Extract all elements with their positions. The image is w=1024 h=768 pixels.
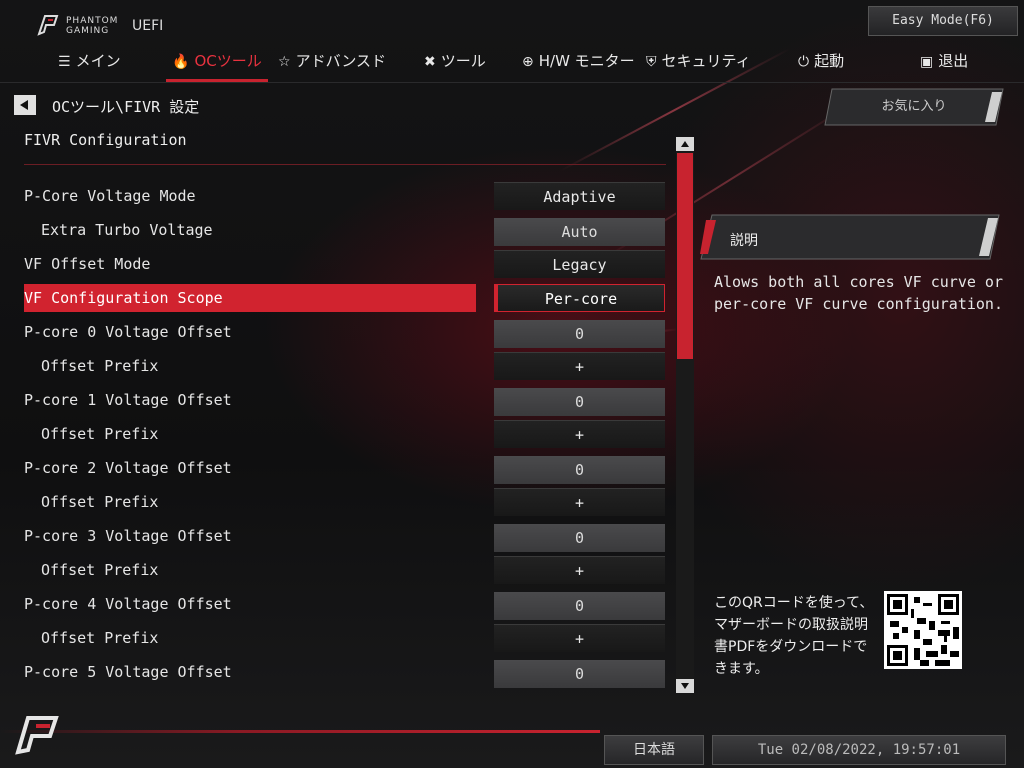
setting-value[interactable]: Adaptive (494, 182, 665, 210)
power-icon: ⏻ (798, 54, 810, 70)
qr-code-pattern (887, 594, 959, 666)
shield-icon: ⛨ (646, 54, 657, 70)
setting-value[interactable]: + (494, 420, 665, 448)
favorites-button[interactable]: お気に入り (824, 88, 1004, 126)
setting-label[interactable]: Offset Prefix (24, 488, 493, 516)
description-title: 説明 (730, 233, 758, 249)
section-title: FIVR Configuration (24, 131, 187, 149)
setting-value[interactable]: 0 (494, 524, 665, 552)
uefi-label: UEFI (132, 18, 164, 34)
divider (0, 82, 1024, 83)
setting-label[interactable]: P-core 4 Voltage Offset (24, 590, 476, 618)
setting-value[interactable]: Legacy (494, 250, 665, 278)
setting-value[interactable]: + (494, 488, 665, 516)
setting-label-selected[interactable]: VF Configuration Scope (24, 284, 476, 312)
setting-label[interactable]: Extra Turbo Voltage (24, 216, 493, 244)
setting-value[interactable]: + (494, 556, 665, 584)
tab-advanced[interactable]: ☆ アドバンスド (278, 44, 386, 80)
breadcrumb: OCツール\FIVR 設定 (52, 98, 200, 116)
setting-label[interactable]: P-core 0 Voltage Offset (24, 318, 476, 346)
setting-label[interactable]: Offset Prefix (24, 352, 493, 380)
setting-value[interactable]: + (494, 624, 665, 652)
qr-caption: このQRコードを使って、マザーボードの取扱説明書PDFをダウンロードできます。 (714, 595, 874, 677)
setting-label[interactable]: Offset Prefix (24, 556, 493, 584)
tab-security[interactable]: ⛨ セキュリティ (646, 44, 751, 80)
description-header: 説明 (700, 214, 1000, 260)
tab-hw-monitor[interactable]: ⊕ H/W モニター (522, 44, 635, 80)
favorites-label: お気に入り (881, 99, 947, 114)
star-icon: ☆ (278, 54, 291, 70)
tab-exit[interactable]: ▣ 退出 (920, 44, 968, 80)
flame-icon: 🔥 (172, 54, 190, 70)
setting-label[interactable]: P-Core Voltage Mode (24, 182, 476, 210)
setting-value[interactable]: 0 (494, 320, 665, 348)
scrollbar-thumb[interactable] (677, 153, 693, 359)
phantom-gaming-bottom-icon (15, 716, 59, 755)
exit-icon: ▣ (920, 54, 934, 70)
datetime-display: Tue 02/08/2022, 19:57:01 (712, 735, 1006, 765)
setting-label[interactable]: P-core 3 Voltage Offset (24, 522, 476, 550)
qr-code-icon (884, 591, 962, 669)
setting-value[interactable]: 0 (494, 660, 665, 688)
tab-boot[interactable]: ⏻ 起動 (798, 44, 844, 80)
tab-tools[interactable]: ✖ ツール (424, 44, 486, 80)
scrollbar[interactable] (676, 137, 694, 693)
main-tabs: ☰ メイン 🔥 OCツール ☆ アドバンスド ✖ ツール ⊕ H/W モニター ⛨ セキュリ… (0, 44, 1024, 82)
setting-label[interactable]: P-core 1 Voltage Offset (24, 386, 476, 414)
setting-label[interactable]: VF Offset Mode (24, 250, 476, 278)
setting-label[interactable]: P-core 5 Voltage Offset (24, 658, 476, 686)
list-icon: ☰ (58, 54, 71, 70)
setting-value[interactable]: 0 (494, 388, 665, 416)
crosshair-icon: ⊕ (522, 54, 534, 70)
setting-value[interactable]: + (494, 352, 665, 380)
logo-text: PHANTOM GAMING (66, 16, 119, 36)
language-button[interactable]: 日本語 (604, 735, 704, 765)
setting-label[interactable]: Offset Prefix (24, 420, 493, 448)
back-button[interactable] (14, 95, 36, 115)
setting-label[interactable]: Offset Prefix (24, 624, 493, 652)
tab-oc-tweaker[interactable]: 🔥 OCツール (166, 44, 268, 82)
setting-value[interactable]: Auto (494, 218, 665, 246)
scroll-down-arrow-icon[interactable] (676, 679, 694, 693)
phantom-gaming-logo: PHANTOM GAMING UEFI (36, 12, 163, 42)
tab-main[interactable]: ☰ メイン (58, 44, 121, 80)
phantom-gaming-icon (37, 15, 59, 36)
setting-value[interactable]: 0 (494, 456, 665, 484)
tools-icon: ✖ (424, 54, 436, 70)
setting-label[interactable]: P-core 2 Voltage Offset (24, 454, 476, 482)
setting-value-selected[interactable]: Per-core (494, 284, 665, 312)
section-divider (24, 164, 666, 165)
setting-value[interactable]: 0 (494, 592, 665, 620)
bottom-accent-line (0, 730, 600, 733)
description-text: Alows both all cores VF curve or per-cor… (714, 273, 1003, 313)
scroll-up-arrow-icon[interactable] (676, 137, 694, 151)
easy-mode-button[interactable]: Easy Mode(F6) (868, 6, 1018, 36)
